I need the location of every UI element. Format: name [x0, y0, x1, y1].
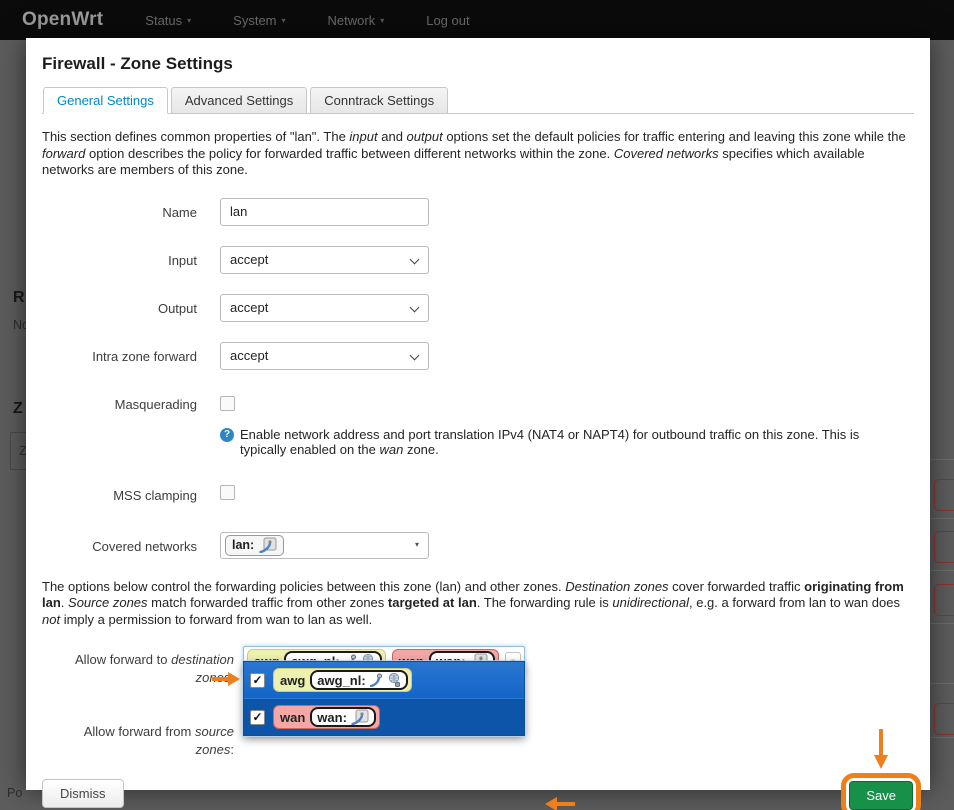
background-table-divider	[926, 737, 954, 738]
masquerading-label: Masquerading	[42, 390, 220, 458]
tab-bar: General Settings Advanced Settings Connt…	[42, 87, 914, 114]
top-navbar: OpenWrt Status ▾ System ▾ Network ▾ Log …	[0, 0, 954, 40]
section-description: This section defines common properties o…	[42, 129, 914, 179]
checkbox-checked-icon[interactable]: ✓	[250, 673, 265, 688]
screen: OpenWrt Status ▾ System ▾ Network ▾ Log …	[0, 0, 954, 810]
background-table-divider	[926, 570, 954, 571]
input-policy-select[interactable]: accept	[220, 246, 429, 274]
annotation-arrow-right	[212, 672, 240, 686]
nav-status[interactable]: Status ▾	[145, 13, 191, 28]
nav-logout[interactable]: Log out	[426, 13, 469, 28]
save-button[interactable]: Save	[849, 781, 913, 810]
zone-name-input[interactable]	[220, 198, 429, 226]
mss-clamping-checkbox[interactable]	[220, 485, 235, 500]
dialog-footer: Dismiss Save	[42, 773, 914, 810]
zone-dropdown-list: ✓ awg awg_nl:	[243, 661, 525, 736]
tab-general-settings[interactable]: General Settings	[43, 87, 168, 114]
masquerading-checkbox[interactable]	[220, 396, 235, 411]
option-zone-token-awg: awg awg_nl:	[273, 668, 412, 692]
nav-system[interactable]: System ▾	[233, 13, 285, 28]
background-table-divider	[926, 683, 954, 684]
nav-network-label: Network	[328, 13, 376, 28]
option-wan-label: wan	[280, 710, 305, 725]
output-label: Output	[42, 294, 220, 322]
intra-forward-policy-select[interactable]: accept	[220, 342, 429, 370]
dismiss-button[interactable]: Dismiss	[42, 779, 124, 808]
checkmark-icon: ✓	[252, 711, 262, 723]
form-row-mss-clamping: MSS clamping	[42, 485, 914, 505]
mss-clamping-label: MSS clamping	[42, 485, 220, 505]
globe-icon	[388, 673, 401, 687]
background-heading-fragment: Z	[13, 400, 23, 418]
checkbox-checked-icon[interactable]: ✓	[250, 710, 265, 725]
input-policy-value: accept	[230, 252, 268, 267]
dropdown-option-wan[interactable]: ✓ wan wan:	[244, 698, 524, 735]
form-row-input: Input accept	[42, 246, 914, 274]
network-token-lan-label: lan:	[232, 538, 254, 552]
nav-logout-label: Log out	[426, 13, 469, 28]
form-row-output: Output accept	[42, 294, 914, 322]
form-row-name: Name	[42, 198, 914, 226]
background-table-divider	[926, 518, 954, 519]
chevron-down-icon: ▾	[415, 540, 419, 549]
background-delete-button-fragment	[934, 584, 954, 616]
background-table-divider	[926, 623, 954, 624]
zone-settings-dialog: Firewall - Zone Settings General Setting…	[26, 38, 930, 790]
dialog-title: Firewall - Zone Settings	[42, 54, 914, 74]
background-delete-button-fragment	[934, 703, 954, 735]
background-delete-button-fragment	[934, 479, 954, 511]
forwarding-description: The options below control the forwarding…	[42, 579, 914, 629]
chevron-down-icon	[410, 302, 420, 312]
covered-networks-dropdown[interactable]: lan: ▾	[220, 532, 429, 559]
background-table-divider	[926, 459, 954, 460]
form-row-covered-networks: Covered networks lan: ▾	[42, 532, 914, 559]
tab-advanced-settings[interactable]: Advanced Settings	[171, 87, 307, 114]
ethernet-port-icon	[351, 709, 369, 725]
annotation-highlight-ring: Save	[841, 773, 921, 810]
nav-network[interactable]: Network ▾	[328, 13, 385, 28]
masquerading-help-text: Enable network address and port translat…	[240, 427, 865, 458]
form-row-intra-forward: Intra zone forward accept	[42, 342, 914, 370]
nav-system-label: System	[233, 13, 276, 28]
name-label: Name	[42, 198, 220, 226]
nav-status-label: Status	[145, 13, 182, 28]
background-text-fragment: Po	[7, 786, 22, 800]
chevron-down-icon	[410, 350, 420, 360]
masquerading-help: ? Enable network address and port transl…	[220, 427, 865, 458]
covered-networks-label: Covered networks	[42, 532, 220, 559]
option-awg-network: awg_nl:	[317, 673, 365, 688]
form-row-masquerading: Masquerading ? Enable network address an…	[42, 390, 914, 458]
network-token-lan[interactable]: lan:	[225, 535, 284, 556]
intra-forward-policy-value: accept	[230, 348, 268, 363]
chevron-down-icon: ▾	[282, 16, 286, 25]
input-label: Input	[42, 246, 220, 274]
annotation-arrow-down	[873, 729, 889, 771]
chevron-down-icon: ▾	[187, 16, 191, 25]
annotation-arrow-left	[545, 797, 575, 810]
background-heading-fragment: R	[13, 289, 25, 307]
tab-conntrack-settings[interactable]: Conntrack Settings	[310, 87, 448, 114]
save-button-annotated: Save	[841, 773, 921, 810]
dropdown-option-awg[interactable]: ✓ awg awg_nl:	[244, 662, 524, 698]
intra-zone-forward-label: Intra zone forward	[42, 342, 220, 370]
help-icon: ?	[220, 428, 234, 442]
option-wan-network: wan:	[317, 710, 347, 725]
ethernet-port-icon	[259, 537, 277, 553]
forward-source-label: Allow forward from source zones:	[42, 718, 243, 759]
output-policy-value: accept	[230, 300, 268, 315]
brand-logo[interactable]: OpenWrt	[22, 9, 103, 31]
option-awg-label: awg	[280, 673, 305, 688]
output-policy-select[interactable]: accept	[220, 294, 429, 322]
option-zone-token-wan: wan wan:	[273, 705, 380, 729]
chevron-down-icon	[410, 254, 420, 264]
chevron-down-icon: ▾	[380, 16, 384, 25]
tunnel-interface-icon	[370, 673, 384, 687]
background-delete-button-fragment	[934, 531, 954, 563]
checkmark-icon: ✓	[252, 674, 262, 686]
